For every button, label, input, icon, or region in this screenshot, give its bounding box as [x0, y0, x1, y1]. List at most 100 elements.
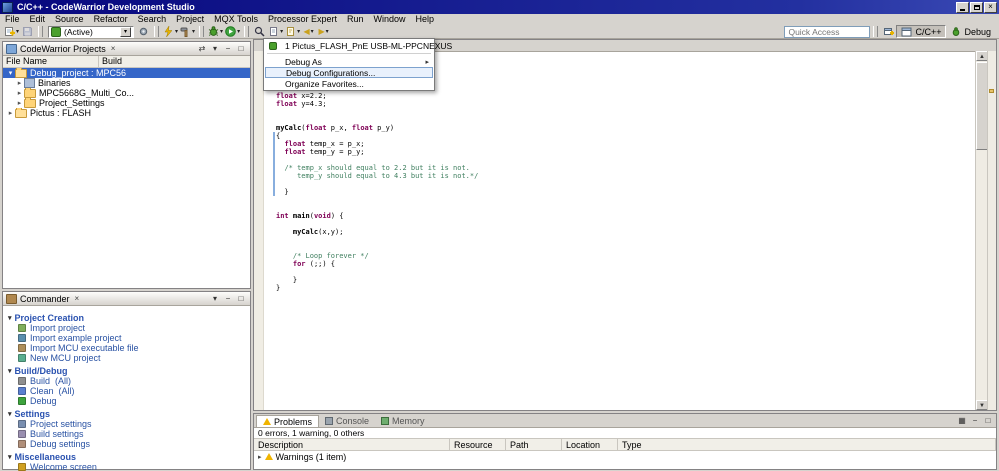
collapse-arrow-icon[interactable]: ▾ [6, 69, 15, 77]
menu-mqx-tools[interactable]: MQX Tools [209, 14, 263, 25]
launch-config-combo[interactable]: (Active) ▾ [48, 25, 135, 38]
code-line[interactable]: float temp_x = p_x; [276, 140, 975, 148]
code-line[interactable]: temp_y should equal to 4.3 but it is not… [276, 172, 975, 180]
build-button[interactable]: ▾ [179, 25, 196, 38]
menu-file[interactable]: File [0, 14, 25, 25]
section-collapse-icon[interactable]: ▾ [8, 453, 12, 461]
menu-help[interactable]: Help [411, 14, 440, 25]
code-line[interactable] [276, 244, 975, 252]
code-line[interactable] [276, 236, 975, 244]
code-line[interactable]: float temp_y = p_y; [276, 148, 975, 156]
menu-source[interactable]: Source [50, 14, 89, 25]
open-element-button[interactable]: ▾ [267, 25, 284, 38]
commander-link-debug[interactable]: Debug [8, 396, 245, 406]
open-perspective-button[interactable] [881, 25, 896, 38]
search-button[interactable] [252, 25, 267, 38]
menu-project[interactable]: Project [171, 14, 209, 25]
warning-marker[interactable] [989, 89, 994, 93]
minimize-view-icon[interactable]: − [969, 415, 981, 426]
minimize-button[interactable] [956, 1, 969, 13]
back-button[interactable]: ◀ ▾ [301, 25, 316, 38]
menu-window[interactable]: Window [369, 14, 411, 25]
code-line[interactable] [276, 204, 975, 212]
run-button[interactable]: ▾ [224, 25, 241, 38]
code-line[interactable]: -myCalc(float p_x, float p_y) [276, 124, 975, 132]
column-file-name[interactable]: File Name [3, 56, 99, 67]
expand-arrow-icon[interactable]: ▸ [15, 79, 24, 87]
debug-perspective-button[interactable]: Debug [946, 25, 996, 38]
maximize-view-icon[interactable]: □ [235, 293, 247, 304]
code-line[interactable] [276, 268, 975, 276]
maximize-view-icon[interactable]: □ [235, 43, 247, 54]
save-button[interactable] [20, 25, 35, 38]
section-settings[interactable]: ▾ Settings [8, 409, 245, 419]
commander-link-import-mcu-executable-file[interactable]: Import MCU executable file [8, 343, 245, 353]
code-line[interactable]: myCalc(x,y); [276, 228, 975, 236]
section-miscellaneous[interactable]: ▾ Miscellaneous [8, 452, 245, 462]
combo-dropdown-icon[interactable]: ▾ [120, 26, 132, 37]
target-settings-button[interactable] [136, 25, 151, 38]
tree-item-pictus-flash[interactable]: ▸ Pictus : FLASH [3, 108, 250, 118]
expand-arrow-icon[interactable]: ▸ [15, 99, 24, 107]
menu-run[interactable]: Run [342, 14, 369, 25]
minimize-view-icon[interactable]: − [222, 293, 234, 304]
code-line[interactable] [276, 180, 975, 188]
view-menu-icon[interactable]: ▾ [209, 293, 221, 304]
commander-link-new-mcu-project[interactable]: New MCU project [8, 353, 245, 363]
close-view-icon[interactable]: × [111, 44, 116, 53]
section-build-debug[interactable]: ▾ Build/Debug [8, 366, 245, 376]
column-header-type[interactable]: Type [618, 439, 996, 450]
code-line[interactable] [276, 108, 975, 116]
column-header-resource[interactable]: Resource [450, 439, 506, 450]
menu-item-1-pictus-flash-pne-usb-ml-ppcnexus[interactable]: 1 Pictus_FLASH_PnE USB-ML-PPCNEXUS [265, 40, 452, 51]
cpp-perspective-button[interactable]: C/C++ [896, 25, 947, 38]
new-button[interactable]: ▾ [3, 25, 20, 38]
tree-item-mpc5668g-multi-co[interactable]: ▸ MPC5668G_Multi_Co... [3, 88, 250, 98]
code-line[interactable]: for (;;) { [276, 260, 975, 268]
expand-arrow-icon[interactable]: ▸ [15, 89, 24, 97]
close-view-icon[interactable]: × [75, 294, 80, 303]
quick-access-input[interactable] [784, 25, 871, 38]
code-line[interactable]: } [276, 188, 975, 196]
problem-row[interactable]: ▸ Warnings (1 item) [254, 451, 996, 462]
column-header-path[interactable]: Path [506, 439, 562, 450]
menu-item-organize-favorites[interactable]: Organize Favorites... [265, 78, 433, 89]
section-collapse-icon[interactable]: ▾ [8, 314, 12, 322]
column-header-description[interactable]: Description [254, 439, 450, 450]
commander-link-import-project[interactable]: Import project [8, 323, 245, 333]
flash-programmer-button[interactable]: ▾ [162, 25, 179, 38]
commander-link-welcome-screen[interactable]: Welcome screen [8, 462, 245, 471]
code-line[interactable]: { [276, 132, 975, 140]
commander-link-debug-settings[interactable]: Debug settings [8, 439, 245, 449]
column-build[interactable]: Build [99, 56, 250, 67]
debug-button[interactable]: ▾ [207, 25, 224, 38]
code-line[interactable]: } [276, 284, 975, 292]
forward-button[interactable]: ▶ ▾ [316, 25, 331, 38]
menu-edit[interactable]: Edit [25, 14, 51, 25]
section-collapse-icon[interactable]: ▾ [8, 367, 12, 375]
commander-link-clean-all[interactable]: Clean (All) [8, 386, 245, 396]
code-line[interactable]: - /* temp_x should equal to 2.2 but it i… [276, 164, 975, 172]
menu-refactor[interactable]: Refactor [89, 14, 133, 25]
menu-item-debug-as[interactable]: Debug As ▸ [265, 56, 433, 67]
commander-link-build-settings[interactable]: Build settings [8, 429, 245, 439]
code-lines[interactable]: float x=2.2;float y=4.3; -myCalc(float p_… [276, 51, 975, 410]
maximize-view-icon[interactable]: □ [982, 415, 994, 426]
menu-item-debug-configurations[interactable]: Debug Configurations... [265, 67, 433, 78]
grid-icon[interactable]: ▦ [956, 415, 968, 426]
expand-arrow-icon[interactable]: ▸ [6, 109, 15, 117]
section-project-creation[interactable]: ▾ Project Creation [8, 313, 245, 323]
code-line[interactable] [276, 196, 975, 204]
menu-search[interactable]: Search [133, 14, 172, 25]
code-line[interactable]: float x=2.2; [276, 92, 975, 100]
tab-memory[interactable]: Memory [375, 415, 431, 427]
tree-item-project-settings[interactable]: ▸ Project_Settings [3, 98, 250, 108]
code-line[interactable]: } [276, 276, 975, 284]
commander-link-import-example-project[interactable]: Import example project [8, 333, 245, 343]
menu-processor-expert[interactable]: Processor Expert [263, 14, 342, 25]
close-button[interactable]: × [984, 1, 997, 13]
commander-link-project-settings[interactable]: Project settings [8, 419, 245, 429]
annotations-button[interactable]: ▾ [284, 25, 301, 38]
minimize-view-icon[interactable]: − [222, 43, 234, 54]
commander-link-build-all[interactable]: Build (All) [8, 376, 245, 386]
